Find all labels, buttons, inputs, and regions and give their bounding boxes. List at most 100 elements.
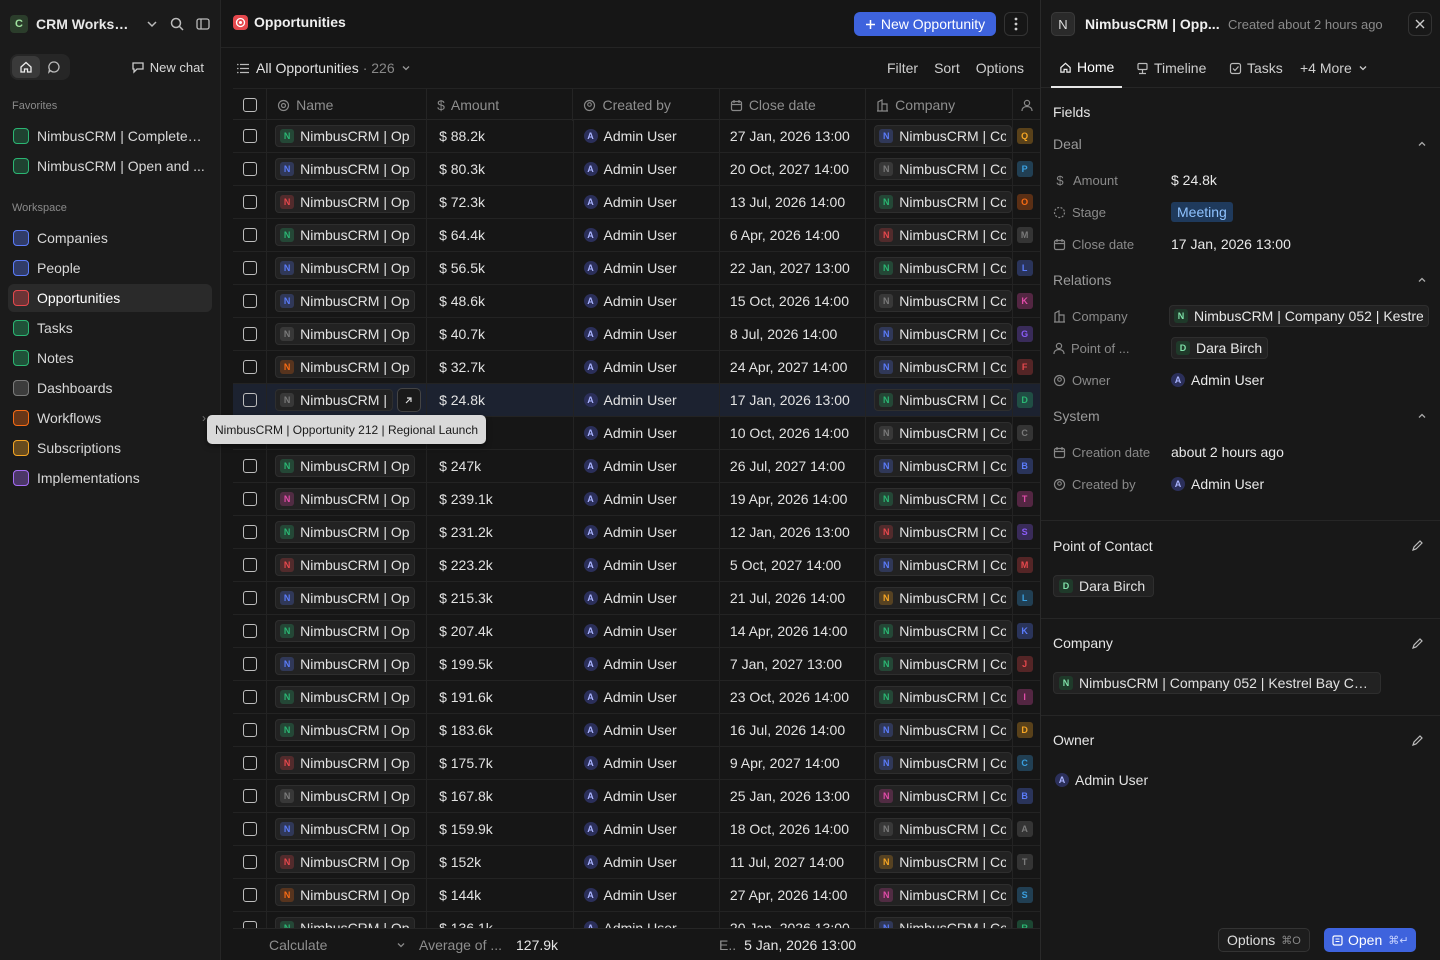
amount-cell[interactable]: $ 167.8k	[427, 780, 574, 812]
row-checkbox[interactable]	[242, 228, 257, 242]
row-checkbox[interactable]	[242, 822, 257, 836]
amount-cell[interactable]: $ 24.8k	[427, 384, 574, 416]
sort-button[interactable]: Sort	[934, 60, 960, 76]
owner-cell[interactable]: D	[1013, 384, 1040, 416]
home-icon[interactable]	[12, 56, 40, 78]
amount-cell[interactable]: $ 191.6k	[427, 681, 574, 713]
pencil-icon[interactable]	[1411, 539, 1423, 555]
chevron-right-icon[interactable]: ›	[202, 411, 206, 425]
name-cell[interactable]: N NimbusCRM | Op...	[267, 681, 428, 713]
opportunity-chip[interactable]: N NimbusCRM | Op...	[275, 191, 416, 213]
amount-cell[interactable]: $ 231.2k	[427, 516, 574, 548]
owner-cell[interactable]: J	[1013, 648, 1040, 680]
table-row[interactable]: N NimbusCRM | Op... $ 247k A Admin User 26 Ju…	[233, 450, 1040, 483]
table-row[interactable]: N NimbusCRM | Op... $ 72.3k A Admin User 13 J…	[233, 186, 1040, 219]
system-section-header[interactable]: System	[1053, 408, 1429, 424]
amount-cell[interactable]: $ 207.4k	[427, 615, 574, 647]
calculate-cell[interactable]: Calculate	[233, 937, 418, 953]
opportunity-chip[interactable]: N NimbusCRM | Op...	[275, 785, 416, 807]
owner-cell[interactable]: T	[1013, 483, 1040, 515]
company-cell[interactable]: N NimbusCRM | Co...	[866, 186, 1013, 218]
column-company[interactable]: Company	[866, 89, 1013, 121]
company-cell[interactable]: N NimbusCRM | Co...	[866, 813, 1013, 845]
owner-cell[interactable]: L	[1013, 252, 1040, 284]
company-chip[interactable]: N NimbusCRM | Co...	[874, 554, 1012, 576]
table-row[interactable]: N NimbusCRM | Op... $ 136.1k A Admin User 20 …	[233, 912, 1040, 928]
company-card-chip[interactable]: N NimbusCRM | Company 052 | Kestrel Bay C…	[1053, 672, 1381, 694]
close-date-cell[interactable]: 7 Jan, 2027 13:00	[720, 648, 867, 680]
opportunity-chip[interactable]: N NimbusCRM | Op...	[275, 917, 416, 928]
row-checkbox[interactable]	[242, 459, 257, 473]
company-chip[interactable]: N NimbusCRM | Company 052 | Kestrel	[1169, 305, 1429, 327]
row-checkbox[interactable]	[242, 162, 257, 176]
close-date-cell[interactable]: 22 Jan, 2027 13:00	[720, 252, 867, 284]
close-date-cell[interactable]: 18 Oct, 2026 14:00	[720, 813, 867, 845]
search-icon[interactable]	[170, 17, 184, 31]
company-chip[interactable]: N NimbusCRM | Co...	[874, 884, 1012, 906]
opportunity-chip[interactable]: N NimbusCRM | Op...	[275, 488, 416, 510]
column-close-date[interactable]: Close date	[720, 89, 867, 121]
amount-cell[interactable]: $ 144k	[427, 879, 574, 911]
table-row[interactable]: N NimbusCRM | Op... $ 144k A Admin User 27 Ap…	[233, 879, 1040, 912]
company-chip[interactable]: N NimbusCRM | Co...	[874, 620, 1012, 642]
poc-card-chip[interactable]: D Dara Birch	[1053, 575, 1155, 597]
company-chip[interactable]: N NimbusCRM | Co...	[874, 125, 1012, 147]
name-cell[interactable]: N NimbusCRM | Op...	[267, 615, 428, 647]
table-row[interactable]: N NimbusCRM | Op... $ 48.6k A Admin User 15 O…	[233, 285, 1040, 318]
owner-cell[interactable]: M	[1013, 219, 1040, 251]
company-cell[interactable]: N NimbusCRM | Co...	[866, 747, 1013, 779]
company-cell[interactable]: N NimbusCRM | Co...	[866, 219, 1013, 251]
close-date-cell[interactable]: 27 Jan, 2026 13:00	[720, 120, 867, 152]
company-chip[interactable]: N NimbusCRM | Co...	[874, 257, 1012, 279]
amount-cell[interactable]: $ 223.2k	[427, 549, 574, 581]
open-record-icon[interactable]	[396, 388, 421, 412]
name-cell[interactable]: N NimbusCRM | Op...	[267, 351, 428, 383]
opportunity-chip[interactable]: N NimbusCRM | Op...	[275, 521, 416, 543]
opportunity-chip[interactable]: N NimbusCRM | Op...	[275, 158, 416, 180]
row-checkbox[interactable]	[242, 888, 257, 902]
owner-cell[interactable]: I	[1013, 681, 1040, 713]
field-point-of-contact[interactable]: Point of ... D Dara Birch	[1053, 336, 1429, 360]
sidebar-item-dashboards[interactable]: Dashboards	[8, 374, 212, 402]
amount-cell[interactable]: $ 64.4k	[427, 219, 574, 251]
owner-cell[interactable]: D	[1013, 714, 1040, 746]
company-cell[interactable]: N NimbusCRM | Co...	[866, 879, 1013, 911]
row-checkbox[interactable]	[242, 591, 257, 605]
company-cell[interactable]: N NimbusCRM | Co...	[866, 120, 1013, 152]
column-amount[interactable]: $ Amount	[427, 89, 574, 121]
table-row[interactable]: N NimbusCRM | Op... $ 32.7k A Admin User 24 A…	[233, 351, 1040, 384]
row-checkbox[interactable]	[242, 129, 257, 143]
row-checkbox[interactable]	[242, 921, 257, 928]
field-stage[interactable]: Stage Meeting	[1053, 200, 1429, 224]
name-cell[interactable]: N NimbusCRM |	[267, 384, 428, 416]
row-checkbox[interactable]	[242, 657, 257, 671]
company-cell[interactable]: N NimbusCRM | Co...	[866, 846, 1013, 878]
favorite-item[interactable]: NimbusCRM | Completed ...	[8, 122, 212, 150]
sidebar-item-people[interactable]: People	[8, 254, 212, 282]
row-checkbox[interactable]	[242, 492, 257, 506]
row-checkbox[interactable]	[242, 294, 257, 308]
company-cell[interactable]: N NimbusCRM | Co...	[866, 549, 1013, 581]
amount-cell[interactable]: $ 183.6k	[427, 714, 574, 746]
opportunity-chip[interactable]: N NimbusCRM | Op...	[275, 323, 416, 345]
owner-cell[interactable]: S	[1013, 879, 1040, 911]
amount-cell[interactable]: $ 239.1k	[427, 483, 574, 515]
opportunity-chip[interactable]: N NimbusCRM | Op...	[275, 884, 416, 906]
opportunity-chip[interactable]: N NimbusCRM | Op...	[275, 752, 416, 774]
company-chip[interactable]: N NimbusCRM | Co...	[874, 653, 1012, 675]
table-row[interactable]: N NimbusCRM | Op... $ 88.2k A Admin User 27 J…	[233, 120, 1040, 153]
company-cell[interactable]: N NimbusCRM | Co...	[866, 285, 1013, 317]
company-chip[interactable]: N NimbusCRM | Co...	[874, 587, 1012, 609]
table-row[interactable]: N NimbusCRM | $ 24.8k A Admin User 17 Jan, 20…	[233, 384, 1040, 417]
row-checkbox[interactable]	[242, 525, 257, 539]
close-date-cell[interactable]: 6 Apr, 2026 14:00	[720, 219, 867, 251]
close-date-cell[interactable]: 19 Apr, 2026 14:00	[720, 483, 867, 515]
aggregate-amount[interactable]: Average of ... 127.9k	[418, 937, 718, 953]
owner-cell[interactable]: F	[1013, 351, 1040, 383]
open-record-button[interactable]: Open ⌘↵	[1324, 928, 1417, 952]
company-chip[interactable]: N NimbusCRM | Co...	[874, 785, 1012, 807]
company-chip[interactable]: N NimbusCRM | Co...	[874, 752, 1012, 774]
owner-card-chip[interactable]: A Admin User	[1055, 772, 1148, 788]
name-cell[interactable]: N NimbusCRM | Op...	[267, 120, 428, 152]
amount-cell[interactable]: $ 199.5k	[427, 648, 574, 680]
